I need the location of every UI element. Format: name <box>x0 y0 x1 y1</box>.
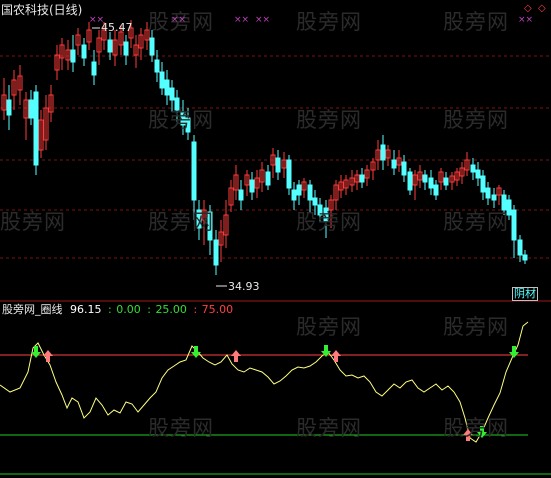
candle-body <box>312 197 318 206</box>
indicator-level-mid: 25.00 <box>155 303 187 316</box>
indicator-line <box>0 321 529 443</box>
candle-body <box>506 199 512 216</box>
candle-body <box>180 111 186 126</box>
indicator-value: 96.15 <box>70 303 102 316</box>
candle-body <box>149 37 155 56</box>
candle-body <box>401 161 407 176</box>
candle-body <box>491 194 497 201</box>
candle-body <box>433 184 439 196</box>
candle-body <box>511 209 517 241</box>
candle-body <box>213 239 219 266</box>
candle-body <box>154 59 160 73</box>
indicator-separator: : <box>108 303 112 316</box>
candle-body <box>422 174 428 183</box>
candle-body <box>6 99 12 116</box>
candle-body <box>307 184 313 201</box>
candle-body <box>238 189 244 201</box>
candle-body <box>28 99 34 119</box>
indicator-separator: : <box>147 303 151 316</box>
indicator-separator: : <box>193 303 198 316</box>
candle-body <box>185 117 191 133</box>
high-price-label: 45.47 <box>101 21 133 34</box>
stock-chart: 股旁网 股旁网 股旁网 股旁网 股旁网 股旁网 股旁网 股旁网 股旁网 股旁网 … <box>0 0 551 478</box>
candle-body <box>443 177 449 186</box>
candle-body <box>485 187 491 199</box>
candle-body <box>501 194 507 211</box>
indicator-level-low: 0.00 <box>116 303 141 316</box>
candle-body <box>174 97 180 111</box>
indicator-name: 股旁网_圈线 <box>2 303 63 316</box>
indicator-level-high: 75.00 <box>201 303 234 316</box>
candle-body <box>428 177 434 189</box>
candle-body <box>91 61 97 76</box>
candle-body <box>291 189 297 201</box>
candle-body <box>70 49 76 63</box>
signal-marker: ×× <box>171 15 187 25</box>
info-tag: 阴材 <box>512 287 538 301</box>
chart-title: 国农科技(日线) <box>1 3 83 17</box>
candle-body <box>196 209 202 229</box>
signal-marker: ×× <box>518 15 534 25</box>
candle-body <box>207 211 213 241</box>
sell-arrow-icon <box>31 346 41 358</box>
candle-body <box>522 254 528 261</box>
candle-body <box>517 239 523 256</box>
buy-arrow-icon <box>331 350 341 362</box>
candle-body <box>191 141 197 201</box>
candle-body <box>380 144 386 161</box>
candle-body <box>249 179 255 193</box>
candle-body <box>323 207 329 223</box>
candle-body <box>317 204 323 216</box>
candle-body <box>123 41 129 56</box>
sell-arrow-icon <box>477 426 487 438</box>
candle-body <box>275 157 281 173</box>
candle-body <box>33 91 39 166</box>
candle-body <box>470 164 476 173</box>
candle-body <box>391 159 397 169</box>
candle-body <box>169 87 175 101</box>
candle-body <box>286 159 292 189</box>
candle-body <box>475 169 481 179</box>
candle-body <box>359 174 365 183</box>
low-price-label: 34.93 <box>228 280 260 293</box>
candle-body <box>164 79 170 96</box>
sell-arrow-icon <box>191 346 201 358</box>
candle-body <box>296 184 302 196</box>
candle-body <box>265 171 271 186</box>
buy-arrow-icon <box>43 350 53 362</box>
candle-body <box>81 44 87 59</box>
signal-marker: ×× <box>255 15 271 25</box>
candle-body <box>407 171 413 191</box>
diamond-icon: ◇ <box>538 3 546 14</box>
candle-body <box>159 71 165 89</box>
candle-body <box>107 39 113 53</box>
chart-canvas <box>0 20 551 475</box>
diamond-icon: ◇ <box>524 3 532 14</box>
indicator-header: 股旁网_圈线 96.15 : 0.00 : 25.00 : 75.00 <box>2 304 233 316</box>
sell-arrow-icon <box>509 346 519 358</box>
candle-body <box>480 175 486 193</box>
buy-arrow-icon <box>231 350 241 362</box>
signal-marker: ×× <box>234 15 250 25</box>
